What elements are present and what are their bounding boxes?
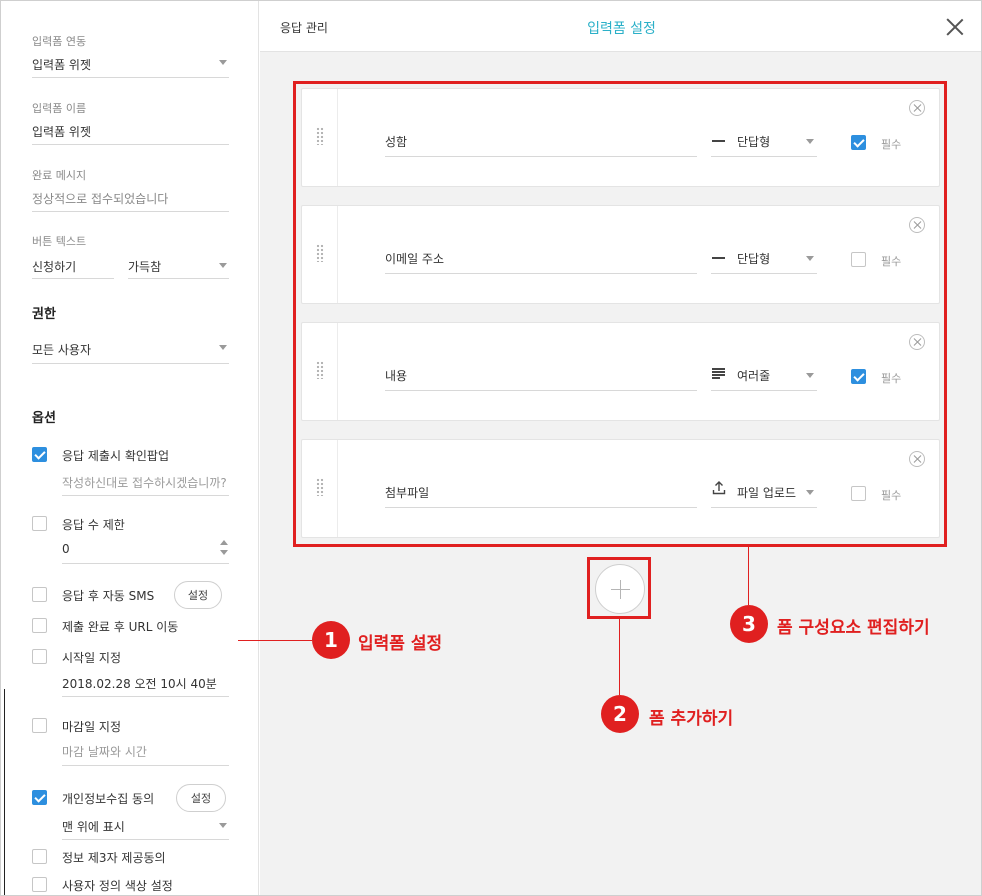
third-party-consent-checkbox[interactable] <box>32 849 47 864</box>
editor-header: 응답 관리 입력폼 설정 <box>260 1 981 52</box>
chevron-down-icon <box>219 263 227 268</box>
annotation-text-1: 입력폼 설정 <box>358 634 443 654</box>
chevron-down-icon <box>219 60 227 65</box>
sms-settings-button[interactable]: 설정 <box>174 581 222 609</box>
chevron-down-icon <box>219 345 227 350</box>
button-text-input[interactable]: 신청하기 <box>32 258 76 275</box>
form-link-select[interactable]: 입력폼 위젯 <box>32 56 91 73</box>
page-title: 입력폼 설정 <box>587 21 656 37</box>
form-link-label: 입력폼 연동 <box>32 35 87 48</box>
start-date-input[interactable]: 2018.02.28 오전 10시 40분 <box>62 675 217 692</box>
url-redirect-label: 제출 완료 후 URL 이동 <box>62 620 179 634</box>
auto-sms-label: 응답 후 자동 SMS <box>62 589 155 603</box>
settings-panel: 입력폼 연동 입력폼 위젯 입력폼 이름 입력폼 위젯 완료 메시지 정상적으로… <box>1 1 259 895</box>
chevron-down-icon <box>219 823 227 828</box>
third-party-consent-label: 정보 제3자 제공동의 <box>62 851 166 865</box>
confirm-popup-input[interactable]: 작성하신대로 접수하시겠습니까? <box>62 474 227 491</box>
options-title: 옵션 <box>32 411 56 426</box>
auto-sms-checkbox[interactable] <box>32 587 47 602</box>
end-date-label: 마감일 지정 <box>62 720 122 734</box>
response-limit-label: 응답 수 제한 <box>62 518 125 532</box>
add-button-highlight <box>587 557 651 619</box>
end-date-checkbox[interactable] <box>32 718 47 733</box>
end-date-input[interactable]: 마감 날짜와 시간 <box>62 743 147 760</box>
confirm-popup-checkbox[interactable] <box>32 447 47 462</box>
annotation-badge-2: 2 <box>601 695 639 733</box>
permission-title: 권한 <box>32 307 56 322</box>
start-date-label: 시작일 지정 <box>62 651 122 665</box>
annotation-badge-3: 3 <box>730 605 768 643</box>
button-text-label: 버튼 텍스트 <box>32 235 87 248</box>
custom-color-label: 사용자 정의 색상 설정 <box>62 879 173 893</box>
response-limit-input[interactable]: 0 <box>62 542 70 556</box>
start-date-checkbox[interactable] <box>32 649 47 664</box>
response-limit-checkbox[interactable] <box>32 516 47 531</box>
privacy-consent-checkbox[interactable] <box>32 790 47 805</box>
confirm-popup-label: 응답 제출시 확인팝업 <box>62 449 169 463</box>
number-stepper[interactable] <box>219 538 229 558</box>
permission-select[interactable]: 모든 사용자 <box>32 341 91 358</box>
complete-message-label: 완료 메시지 <box>32 169 87 182</box>
complete-message-input[interactable]: 정상적으로 접수되었습니다 <box>32 190 168 207</box>
privacy-settings-button[interactable]: 설정 <box>176 784 226 812</box>
form-name-label: 입력폼 이름 <box>32 102 87 115</box>
form-items-highlight <box>293 81 947 547</box>
form-name-input[interactable]: 입력폼 위젯 <box>32 123 91 140</box>
privacy-position-select[interactable]: 맨 위에 표시 <box>62 818 125 835</box>
annotation-text-2: 폼 추가하기 <box>649 709 734 729</box>
annotation-text-3: 폼 구성요소 편집하기 <box>777 618 930 638</box>
app-window: 입력폼 연동 입력폼 위젯 입력폼 이름 입력폼 위젯 완료 메시지 정상적으로… <box>0 0 982 896</box>
button-width-select[interactable]: 가득참 <box>128 258 161 275</box>
url-redirect-checkbox[interactable] <box>32 618 47 633</box>
close-icon[interactable] <box>946 18 964 36</box>
annotation-badge-1: 1 <box>312 621 350 659</box>
privacy-consent-label: 개인정보수집 동의 <box>62 792 155 806</box>
custom-color-checkbox[interactable] <box>32 877 47 892</box>
